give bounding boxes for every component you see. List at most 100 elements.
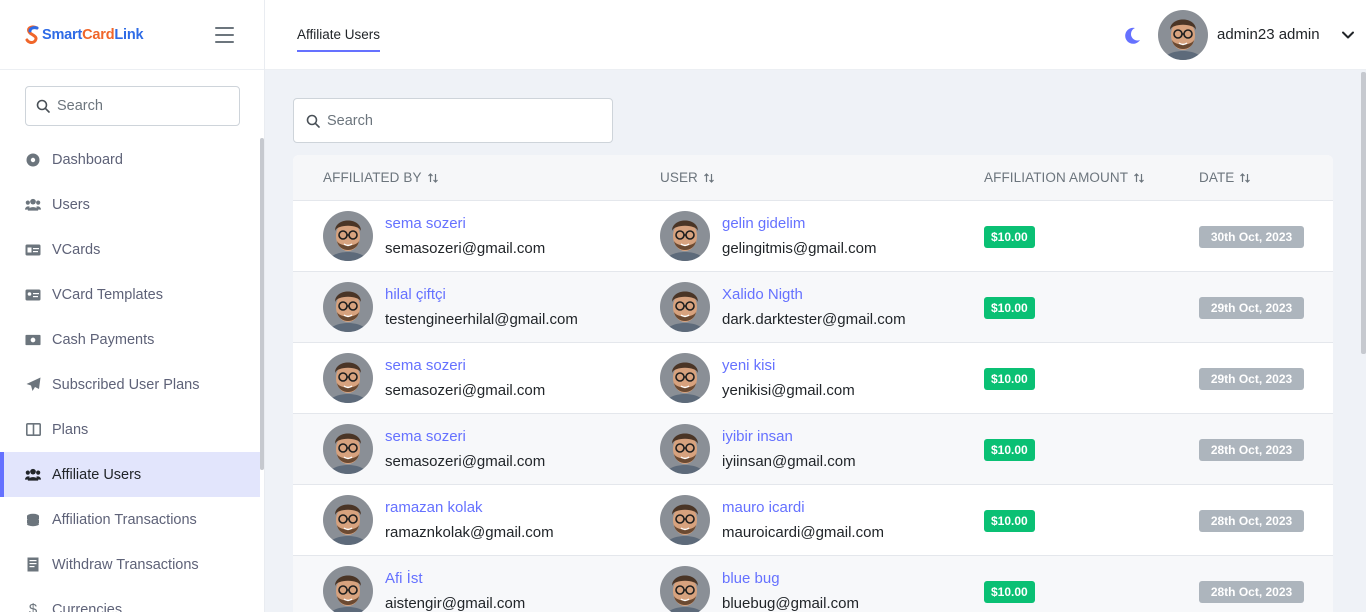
menu-toggle-icon[interactable] xyxy=(215,27,234,43)
user-menu-name[interactable]: admin23 admin xyxy=(1217,26,1320,43)
brand: SmartCardLink xyxy=(0,0,264,70)
affiliated-by-name-link[interactable]: hilal çiftçi xyxy=(385,286,446,303)
chevron-down-icon[interactable] xyxy=(1341,28,1355,42)
sidebar-item-dashboard[interactable]: Dashboard xyxy=(0,137,260,182)
avatar[interactable] xyxy=(1158,10,1208,60)
page-scrollbar[interactable] xyxy=(1361,72,1366,354)
table-row: Afi İst aistengir@gmail.com blue bug blueb… xyxy=(293,556,1333,612)
plans-icon xyxy=(25,422,41,438)
affiliated-by-name-link[interactable]: sema sozeri xyxy=(385,428,466,445)
table-search[interactable] xyxy=(293,98,613,143)
sidebar-item-vcard-templates[interactable]: VCard Templates xyxy=(0,272,260,317)
sidebar-item-label: VCards xyxy=(52,241,101,258)
affiliate-users-table: AFFILIATED BY USER AFFILIATION AMOUNT DA… xyxy=(293,155,1333,612)
user-name-link[interactable]: yeni kisi xyxy=(722,357,775,374)
column-header-affiliated-by[interactable]: AFFILIATED BY xyxy=(323,170,439,185)
amount-badge: $10.00 xyxy=(984,368,1035,390)
affiliated-by-name-link[interactable]: sema sozeri xyxy=(385,215,466,232)
dollar-icon: $ xyxy=(28,601,38,612)
user-email: mauroicardi@gmail.com xyxy=(722,524,884,541)
affiliated-by-email: ramaznkolak@gmail.com xyxy=(385,524,554,541)
sidebar-search-input[interactable] xyxy=(57,98,217,114)
sidebar-item-label: Cash Payments xyxy=(52,331,155,348)
sidebar: SmartCardLink Dashboard Users VCards VCa… xyxy=(0,0,265,612)
vcard-templates-icon xyxy=(25,287,41,303)
amount-badge: $10.00 xyxy=(984,510,1035,532)
date-badge: 30th Oct, 2023 xyxy=(1199,226,1304,248)
table-row: ramazan kolak ramaznkolak@gmail.com mauro… xyxy=(293,485,1333,556)
avatar[interactable] xyxy=(323,424,373,474)
avatar[interactable] xyxy=(660,282,710,332)
sidebar-item-label: Withdraw Transactions xyxy=(52,556,199,573)
sort-icon xyxy=(1134,172,1144,183)
tab-affiliate-users[interactable]: Affiliate Users xyxy=(297,27,381,52)
user-email: iyiinsan@gmail.com xyxy=(722,453,856,470)
user-name-link[interactable]: blue bug xyxy=(722,570,780,587)
vcard-icon xyxy=(25,242,41,258)
sidebar-item-plans[interactable]: Plans xyxy=(0,407,260,452)
user-email: bluebug@gmail.com xyxy=(722,595,859,612)
user-email: dark.darktester@gmail.com xyxy=(722,311,906,328)
sidebar-item-vcards[interactable]: VCards xyxy=(0,227,260,272)
column-header-user[interactable]: USER xyxy=(660,170,715,185)
table-search-input[interactable] xyxy=(327,112,587,129)
affiliated-by-name-link[interactable]: sema sozeri xyxy=(385,357,466,374)
affiliated-by-name-link[interactable]: ramazan kolak xyxy=(385,499,483,516)
sidebar-item-label: VCard Templates xyxy=(52,286,163,303)
sidebar-item-subscribed-user-plans[interactable]: Subscribed User Plans xyxy=(0,362,260,407)
top-header: Affiliate Users admin23 admin xyxy=(265,0,1366,70)
users-icon xyxy=(25,197,41,213)
amount-badge: $10.00 xyxy=(984,226,1035,248)
user-name-link[interactable]: gelin gidelim xyxy=(722,215,805,232)
date-badge: 28th Oct, 2023 xyxy=(1199,581,1304,603)
table-body: sema sozeri semasozeri@gmail.com gelin gi… xyxy=(293,201,1333,612)
avatar[interactable] xyxy=(323,211,373,261)
sidebar-item-label: Affiliate Users xyxy=(52,466,142,483)
user-name-link[interactable]: mauro icardi xyxy=(722,499,805,516)
sidebar-item-currencies[interactable]: $ Currencies xyxy=(0,587,260,612)
sidebar-item-label: Dashboard xyxy=(52,151,123,168)
affiliated-by-email: aistengir@gmail.com xyxy=(385,595,526,612)
table-header: AFFILIATED BY USER AFFILIATION AMOUNT DA… xyxy=(293,155,1333,201)
avatar[interactable] xyxy=(660,211,710,261)
users-icon xyxy=(25,467,41,483)
sidebar-item-label: Plans xyxy=(52,421,89,438)
avatar[interactable] xyxy=(660,495,710,545)
sidebar-item-cash-payments[interactable]: Cash Payments xyxy=(0,317,260,362)
sidebar-item-label: Users xyxy=(52,196,90,213)
sidebar-search[interactable] xyxy=(25,86,240,126)
affiliated-by-email: semasozeri@gmail.com xyxy=(385,240,546,257)
avatar[interactable] xyxy=(323,566,373,612)
avatar[interactable] xyxy=(660,353,710,403)
affiliated-by-email: testengineerhilal@gmail.com xyxy=(385,311,578,328)
avatar[interactable] xyxy=(323,282,373,332)
avatar[interactable] xyxy=(323,353,373,403)
affiliated-by-name-link[interactable]: Afi İst xyxy=(385,570,423,587)
sidebar-scrollbar[interactable] xyxy=(260,138,264,470)
sidebar-item-label: Currencies xyxy=(52,601,123,612)
sort-icon xyxy=(703,172,714,183)
sidebar-item-users[interactable]: Users xyxy=(0,182,260,227)
dashboard-icon xyxy=(25,152,41,168)
avatar[interactable] xyxy=(323,495,373,545)
sidebar-item-label: Subscribed User Plans xyxy=(52,376,200,393)
sidebar-item-affiliation-transactions[interactable]: Affiliation Transactions xyxy=(0,497,260,542)
date-badge: 29th Oct, 2023 xyxy=(1199,368,1304,390)
amount-badge: $10.00 xyxy=(984,297,1035,319)
user-name-link[interactable]: iyibir insan xyxy=(722,428,793,445)
sidebar-item-affiliate-users[interactable]: Affiliate Users xyxy=(0,452,260,497)
search-icon xyxy=(36,99,50,113)
amount-badge: $10.00 xyxy=(984,439,1035,461)
user-name-link[interactable]: Xalido Nigth xyxy=(722,286,803,303)
sidebar-item-withdraw-transactions[interactable]: Withdraw Transactions xyxy=(0,542,260,587)
sort-icon xyxy=(427,172,438,183)
avatar[interactable] xyxy=(660,424,710,474)
moon-icon[interactable] xyxy=(1122,26,1142,46)
table-row: hilal çiftçi testengineerhilal@gmail.com … xyxy=(293,272,1333,343)
coins-icon xyxy=(25,512,41,528)
column-header-affiliation-amount[interactable]: AFFILIATION AMOUNT xyxy=(984,170,1145,185)
avatar[interactable] xyxy=(660,566,710,612)
table-row: sema sozeri semasozeri@gmail.com yeni kis… xyxy=(293,343,1333,414)
sidebar-nav: Dashboard Users VCards VCard Templates C… xyxy=(0,137,260,612)
column-header-date[interactable]: DATE xyxy=(1199,170,1251,185)
